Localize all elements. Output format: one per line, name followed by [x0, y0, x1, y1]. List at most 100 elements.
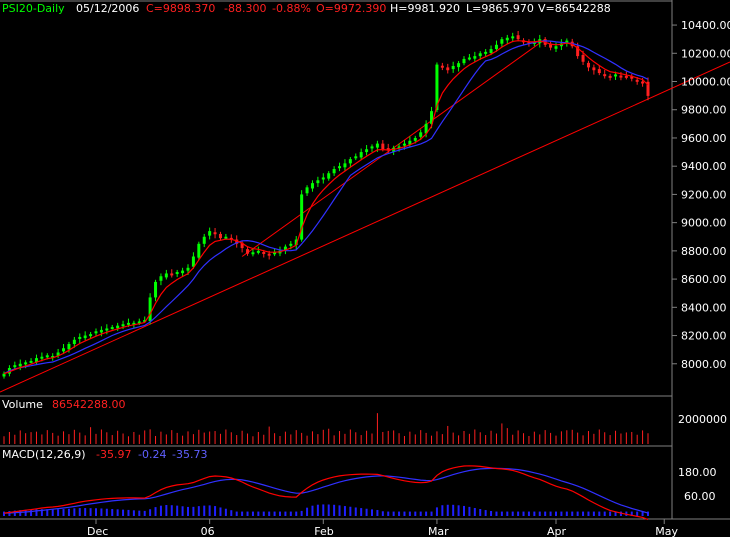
- candle-body: [89, 334, 93, 337]
- price-tick-label: 9000.00: [681, 217, 727, 230]
- price-tick-label: 8400.00: [681, 301, 727, 314]
- time-tick-label: Apr: [547, 525, 567, 537]
- candle-body: [175, 272, 179, 275]
- stock-chart: 10400.00 10200.00 10000.00 9800.00 9600.00 94…: [0, 0, 730, 537]
- candle-body: [484, 51, 488, 54]
- candle-body: [218, 233, 222, 239]
- candle-body: [148, 297, 152, 322]
- close-label: C=9898.370: [146, 2, 215, 15]
- candle-body: [473, 56, 477, 59]
- candle-body: [224, 236, 228, 239]
- long-trendline: [0, 61, 730, 393]
- candle-body: [641, 81, 645, 84]
- price-tick-label: 9600.00: [681, 132, 727, 145]
- high-label: H=9981.920: [390, 2, 460, 15]
- candle-body: [256, 250, 260, 253]
- time-tick-label: Feb: [314, 525, 333, 537]
- macd-value-3: -35.73: [172, 448, 207, 461]
- price-tick-label: 9400.00: [681, 160, 727, 173]
- candle-body: [316, 180, 320, 184]
- candle-body: [24, 362, 28, 365]
- candle-body: [359, 152, 363, 158]
- candle-body: [29, 360, 33, 363]
- candle-body: [126, 322, 130, 325]
- price-tick-label: 9200.00: [681, 188, 727, 201]
- candle-body: [213, 232, 217, 235]
- macd-title: MACD(12,26,9): [2, 448, 86, 461]
- panel-labels: PSI20-Daily 05/12/2006 C=9898.370 -88.30…: [2, 2, 727, 503]
- candle-body: [327, 173, 331, 179]
- candle-body: [310, 183, 314, 189]
- macd-value-1: -35.97: [96, 448, 131, 461]
- candle-body: [262, 251, 266, 254]
- candle-body: [516, 35, 520, 40]
- volume-tick: 2000000: [678, 413, 727, 426]
- candle-body: [619, 75, 623, 78]
- candle-body: [191, 256, 195, 267]
- candle-body: [197, 243, 201, 258]
- price-axis: 10400.00 10200.00 10000.00 9800.00 9600.00 94…: [672, 19, 730, 371]
- volume-value: 86542288.00: [52, 398, 125, 411]
- price-tick-label: 10400.00: [681, 19, 730, 32]
- candle-body: [608, 75, 612, 78]
- candle-body: [624, 75, 628, 78]
- candle-body: [202, 236, 206, 244]
- candle-body: [489, 49, 493, 54]
- candle-body: [343, 163, 347, 168]
- candle-body: [554, 46, 558, 49]
- candle-body: [451, 65, 455, 70]
- candle-body: [164, 273, 168, 278]
- candle-body: [18, 363, 22, 367]
- candle-body: [2, 373, 6, 377]
- candle-body: [614, 74, 618, 77]
- candle-body: [251, 252, 255, 255]
- volume-header-label: V=86542288: [538, 2, 611, 15]
- macd-value-2: -0.24: [138, 448, 166, 461]
- time-tick-label: 06: [201, 525, 215, 537]
- candle-body: [154, 281, 158, 298]
- change-label: -88.300: [224, 2, 266, 15]
- volume-bars: [3, 413, 649, 444]
- candle-body: [370, 146, 374, 149]
- ma-fast-line: [3, 40, 649, 375]
- macd-plot: [3, 465, 649, 521]
- candle-body: [413, 137, 417, 141]
- volume-title: Volume: [2, 398, 43, 411]
- candle-body: [170, 273, 174, 276]
- candle-body: [246, 249, 250, 254]
- candle-body: [116, 325, 120, 329]
- candle-body: [78, 336, 82, 339]
- candle-body: [305, 187, 309, 194]
- price-tick-label: 9800.00: [681, 104, 727, 117]
- ma-slow-line: [3, 40, 649, 375]
- candle-body: [338, 166, 342, 169]
- candle-body: [603, 74, 607, 77]
- candle-body: [83, 335, 87, 339]
- candle-body: [402, 143, 406, 146]
- price-tick-label: 10200.00: [681, 47, 730, 60]
- candle-body: [40, 356, 44, 359]
- candle-body: [381, 143, 385, 150]
- price-tick-label: 8200.00: [681, 330, 727, 343]
- macd-signal-line: [3, 467, 649, 514]
- candle-body: [181, 270, 185, 274]
- candle-body: [321, 177, 325, 180]
- open-label: O=9972.390: [316, 2, 386, 15]
- candle-body: [494, 44, 498, 50]
- candle-body: [581, 54, 585, 62]
- candle-body: [446, 67, 450, 71]
- candle-body: [586, 62, 590, 68]
- candle-body: [159, 276, 163, 281]
- candle-body: [511, 36, 515, 39]
- candle-body: [500, 39, 504, 44]
- candle-body: [62, 348, 66, 352]
- candle-body: [99, 329, 103, 333]
- candle-body: [289, 243, 293, 246]
- candle-body: [67, 344, 71, 350]
- macd-tick-180: 180.00: [678, 466, 717, 479]
- date-label: 05/12/2006: [76, 2, 139, 15]
- candle-body: [348, 159, 352, 164]
- candle-body: [121, 324, 125, 327]
- candle-body: [592, 67, 596, 71]
- price-tick-label: 8600.00: [681, 273, 727, 286]
